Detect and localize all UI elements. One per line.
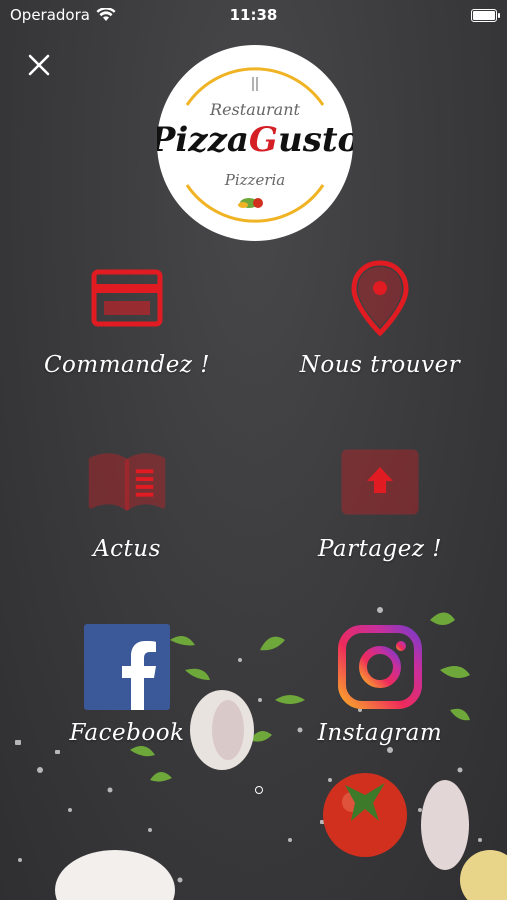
- carrier-label: Operadora: [10, 6, 90, 24]
- restaurant-logo: Restaurant PizzaGusto Pizzeria: [157, 45, 353, 241]
- status-bar: Operadora 11:38: [0, 0, 507, 30]
- open-book-icon: [87, 442, 167, 522]
- map-pin-icon: [340, 258, 420, 338]
- wifi-icon: [96, 8, 116, 21]
- svg-text:PizzaGusto: PizzaGusto: [157, 120, 353, 160]
- page-indicator: [255, 786, 263, 794]
- news-button[interactable]: Actus: [27, 442, 227, 562]
- instagram-icon: [337, 624, 423, 710]
- battery-icon: [471, 8, 500, 22]
- instagram-label: Instagram: [317, 720, 443, 746]
- facebook-icon: [84, 624, 170, 710]
- find-us-button[interactable]: Nous trouver: [280, 258, 480, 378]
- close-icon: [28, 54, 50, 76]
- svg-text:Restaurant: Restaurant: [209, 100, 300, 119]
- share-button[interactable]: Partagez !: [280, 442, 480, 562]
- credit-card-icon: [87, 258, 167, 338]
- instagram-button[interactable]: Instagram: [280, 624, 480, 746]
- pizzagusto-logo-graphic: Restaurant PizzaGusto Pizzeria: [157, 67, 353, 223]
- facebook-label: Facebook: [69, 720, 185, 746]
- find-us-label: Nous trouver: [299, 352, 461, 378]
- news-label: Actus: [93, 536, 161, 562]
- svg-text:Pizzeria: Pizzeria: [224, 171, 285, 189]
- close-button[interactable]: [24, 50, 54, 80]
- facebook-button[interactable]: Facebook: [27, 624, 227, 746]
- share-label: Partagez !: [317, 536, 443, 562]
- order-button[interactable]: Commandez !: [27, 258, 227, 378]
- order-label: Commandez !: [43, 352, 211, 378]
- share-upload-icon: [340, 442, 420, 522]
